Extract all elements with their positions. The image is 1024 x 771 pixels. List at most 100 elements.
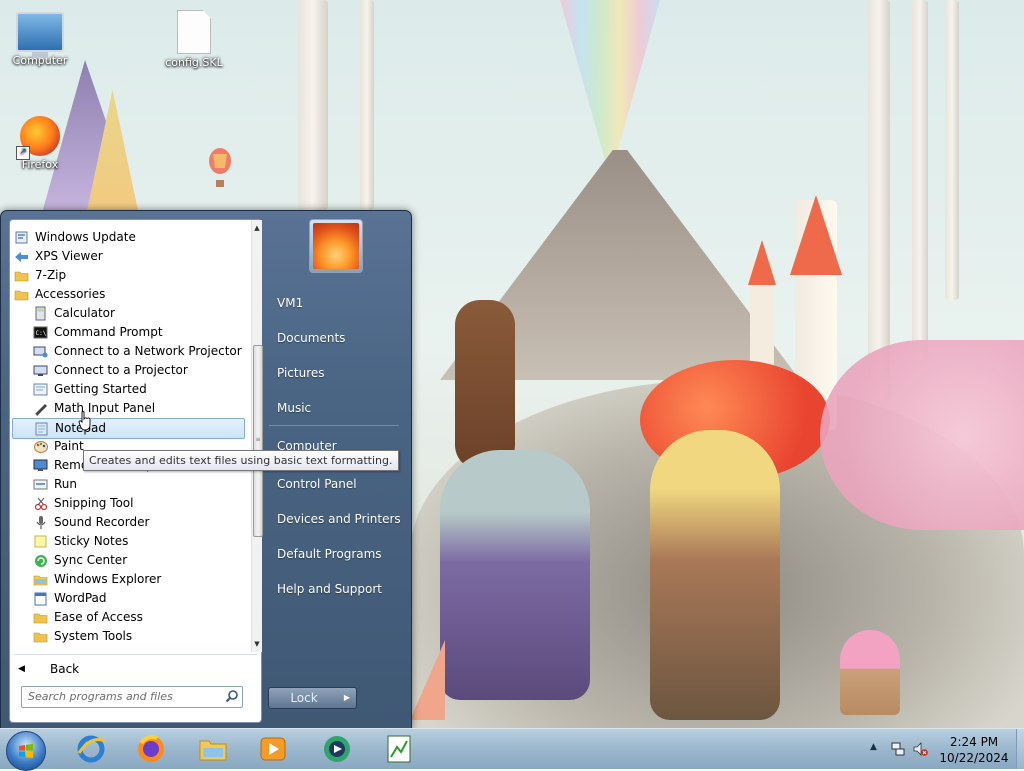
scrollbar-thumb[interactable]: ≡ [253, 345, 263, 537]
sync-center-icon [33, 553, 48, 568]
program-item-notepad[interactable]: Notepad [12, 418, 245, 439]
network-icon[interactable] [890, 741, 906, 757]
taskbar-button-internet-explorer[interactable] [66, 731, 116, 767]
start-menu-link-pictures[interactable]: Pictures [277, 364, 325, 382]
xps-viewer-icon [14, 249, 29, 264]
program-item-calculator[interactable]: Calculator [12, 304, 243, 323]
program-label: System Tools [54, 629, 133, 643]
media-center-icon [321, 733, 353, 765]
program-item-windows-update[interactable]: Windows Update [12, 228, 243, 247]
program-label: Snipping Tool [54, 496, 134, 510]
folder-icon [33, 629, 48, 644]
program-item-wordpad[interactable]: WordPad [12, 589, 243, 608]
start-menu-programs-pane: Windows Update XPS Viewer 7-Zip Accessories… [9, 219, 263, 723]
show-desktop-button[interactable] [1016, 729, 1024, 769]
program-item-sticky-notes[interactable]: Sticky Notes [12, 532, 243, 551]
program-item-sync-center[interactable]: Sync Center [12, 551, 243, 570]
search-icon[interactable] [225, 689, 239, 703]
program-label: Math Input Panel [54, 401, 156, 415]
program-label: WordPad [54, 591, 107, 605]
start-menu-link-documents[interactable]: Documents [277, 329, 345, 347]
program-label: Connect to a Network Projector [54, 344, 242, 358]
program-item-snipping-tool[interactable]: Snipping Tool [12, 494, 243, 513]
program-label: Paint [54, 439, 84, 453]
program-label: 7-Zip [35, 268, 67, 282]
show-hidden-icons-icon[interactable]: ▲ [870, 742, 877, 752]
back-label: Back [50, 662, 80, 676]
lock-button[interactable]: Lock [268, 687, 340, 709]
program-item-sound-recorder[interactable]: Sound Recorder [12, 513, 243, 532]
volume-muted-icon[interactable] [912, 741, 928, 757]
search-box[interactable] [21, 686, 243, 708]
desktop-icon-firefox[interactable]: ↗ Firefox [2, 116, 78, 171]
remote-desktop-icon [33, 458, 48, 473]
taskbar-button-media-player[interactable] [248, 731, 298, 767]
wallpaper-rabbit [650, 430, 780, 720]
program-item-7-zip[interactable]: 7-Zip [12, 266, 243, 285]
start-menu-link-help-and-support[interactable]: Help and Support [277, 580, 382, 598]
wallpaper-tree [945, 0, 959, 300]
desktop-icon-config-skl[interactable]: config.SKL [156, 10, 232, 69]
start-menu-link-control-panel[interactable]: Control Panel [277, 475, 357, 493]
wallpaper-pink-plant [820, 340, 1024, 530]
windows-logo-icon [19, 744, 33, 758]
program-item-accessories[interactable]: Accessories [12, 285, 243, 304]
clock-time: 2:24 PM [949, 735, 999, 749]
scroll-down-arrow-icon[interactable]: ▼ [252, 638, 262, 650]
taskbar-clock[interactable]: 2:24 PM 10/22/2024 [930, 734, 1018, 766]
taskbar: ▲ 2:24 PM 10/22/2024 [0, 728, 1024, 771]
sound-recorder-icon [33, 515, 48, 530]
program-label: Run [54, 477, 78, 491]
start-menu-link-devices-and-printers[interactable]: Devices and Printers [277, 510, 401, 528]
shutdown-options-arrow-icon[interactable]: ▶ [338, 687, 357, 709]
wordpad-icon [33, 591, 48, 606]
computer-icon [16, 12, 64, 58]
taskbar-button-windows-explorer[interactable] [188, 731, 238, 767]
programs-scrollbar[interactable]: ▲ ≡ ▼ [251, 220, 263, 652]
program-item-run[interactable]: Run [12, 475, 243, 494]
windows-explorer-icon [33, 572, 48, 587]
program-label: Calculator [54, 306, 115, 320]
program-item-math-input-panel[interactable]: Math Input Panel [12, 399, 243, 418]
hand-cursor-icon [78, 411, 91, 431]
taskbar-button-task-scheduler[interactable] [374, 731, 424, 767]
folder-icon [14, 287, 29, 302]
program-label: Sync Center [54, 553, 128, 567]
program-label: Ease of Access [54, 610, 143, 624]
getting-started-icon [33, 382, 48, 397]
taskbar-button-media-center[interactable] [312, 731, 362, 767]
wallpaper-cupcake [840, 630, 900, 715]
program-item-connect-to-a-projector[interactable]: Connect to a Projector [12, 361, 243, 380]
program-item-command-prompt[interactable]: C:\ Command Prompt [12, 323, 243, 342]
start-menu-link-vm1[interactable]: VM1 [277, 294, 303, 312]
program-label: Accessories [35, 287, 106, 301]
program-item-system-tools[interactable]: System Tools [12, 627, 243, 646]
user-picture[interactable] [309, 219, 363, 273]
program-label: Command Prompt [54, 325, 163, 339]
taskbar-button-firefox[interactable] [126, 731, 176, 767]
program-item-ease-of-access[interactable]: Ease of Access [12, 608, 243, 627]
wallpaper-mouse-girl [440, 450, 590, 700]
clock-date: 10/22/2024 [939, 751, 1009, 765]
shortcut-arrow-icon: ↗ [16, 146, 30, 160]
wallpaper-tree [360, 0, 374, 210]
calculator-icon [33, 306, 48, 321]
firefox-icon [135, 733, 167, 765]
program-item-connect-to-a-network-projector[interactable]: Connect to a Network Projector [12, 342, 243, 361]
desktop-icon-computer[interactable]: Computer [2, 12, 78, 67]
program-item-getting-started[interactable]: Getting Started [12, 380, 243, 399]
program-item-windows-explorer[interactable]: Windows Explorer [12, 570, 243, 589]
program-label: Getting Started [54, 382, 147, 396]
start-button[interactable] [6, 731, 46, 771]
start-menu-link-music[interactable]: Music [277, 399, 311, 417]
wallpaper-bear [455, 300, 515, 470]
folder-icon [14, 268, 29, 283]
hot-air-balloon [209, 148, 231, 187]
grip-icon: ≡ [255, 436, 261, 443]
search-input[interactable] [22, 687, 218, 705]
program-item-xps-viewer[interactable]: XPS Viewer [12, 247, 243, 266]
scroll-up-arrow-icon[interactable]: ▲ [252, 222, 262, 234]
snipping-tool-icon [33, 496, 48, 511]
start-menu-link-default-programs[interactable]: Default Programs [277, 545, 382, 563]
projector-icon [33, 363, 48, 378]
